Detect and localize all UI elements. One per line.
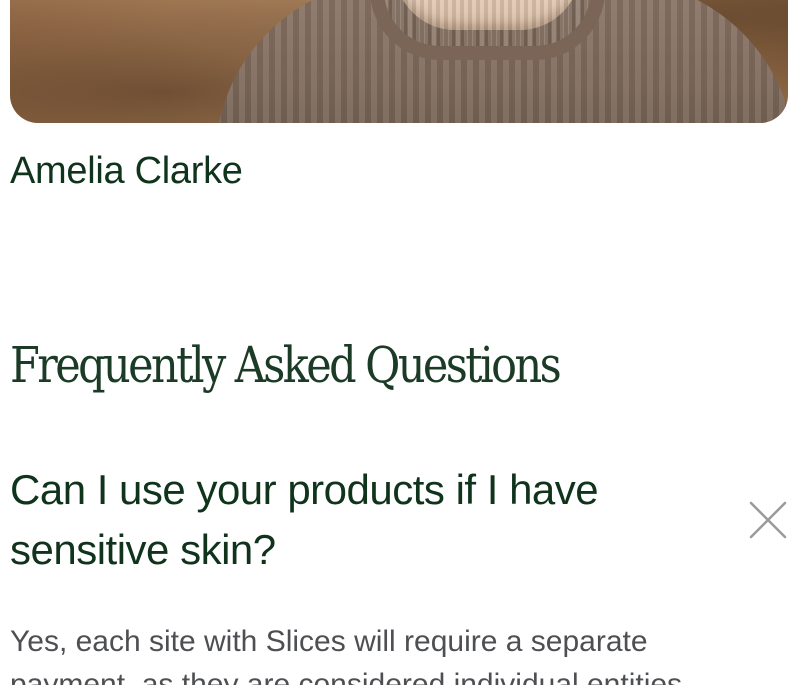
profile-name: Amelia Clarke [10,150,243,192]
faq-answer-line: Yes, each site with Slices will require … [10,625,648,658]
close-icon[interactable] [748,500,788,540]
page: Amelia Clarke Frequently Asked Questions… [0,0,788,685]
faq-heading: Frequently Asked Questions [10,336,562,394]
faq-answer: Yes, each site with Slices will require … [10,620,788,685]
faq-answer-line: payment, as they are considered individu… [10,668,683,685]
faq-question[interactable]: Can I use your products if I have sensit… [10,460,730,580]
profile-photo [10,0,788,123]
